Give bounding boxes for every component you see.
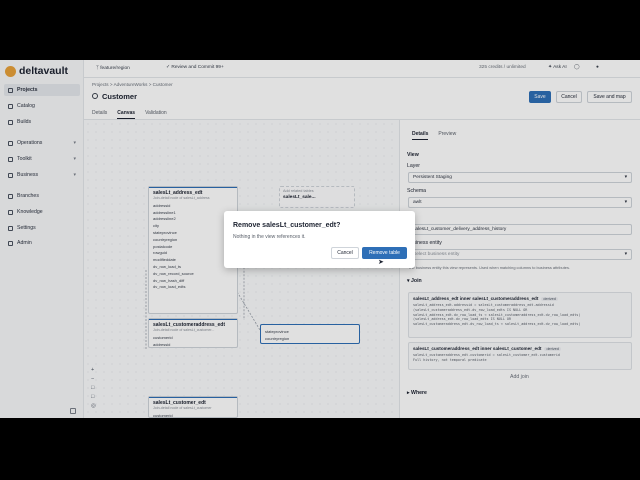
dialog-title: Remove salesLt_customer_edt? (233, 222, 341, 229)
remove-table-dialog: Remove salesLt_customer_edt? Nothing in … (224, 211, 415, 268)
cancel-button[interactable]: Cancel (331, 247, 359, 259)
remove-table-button[interactable]: Remove table (362, 247, 407, 259)
dialog-message: Nothing in the view references it. (233, 234, 306, 240)
mouse-cursor-icon: ➤ (378, 259, 384, 266)
